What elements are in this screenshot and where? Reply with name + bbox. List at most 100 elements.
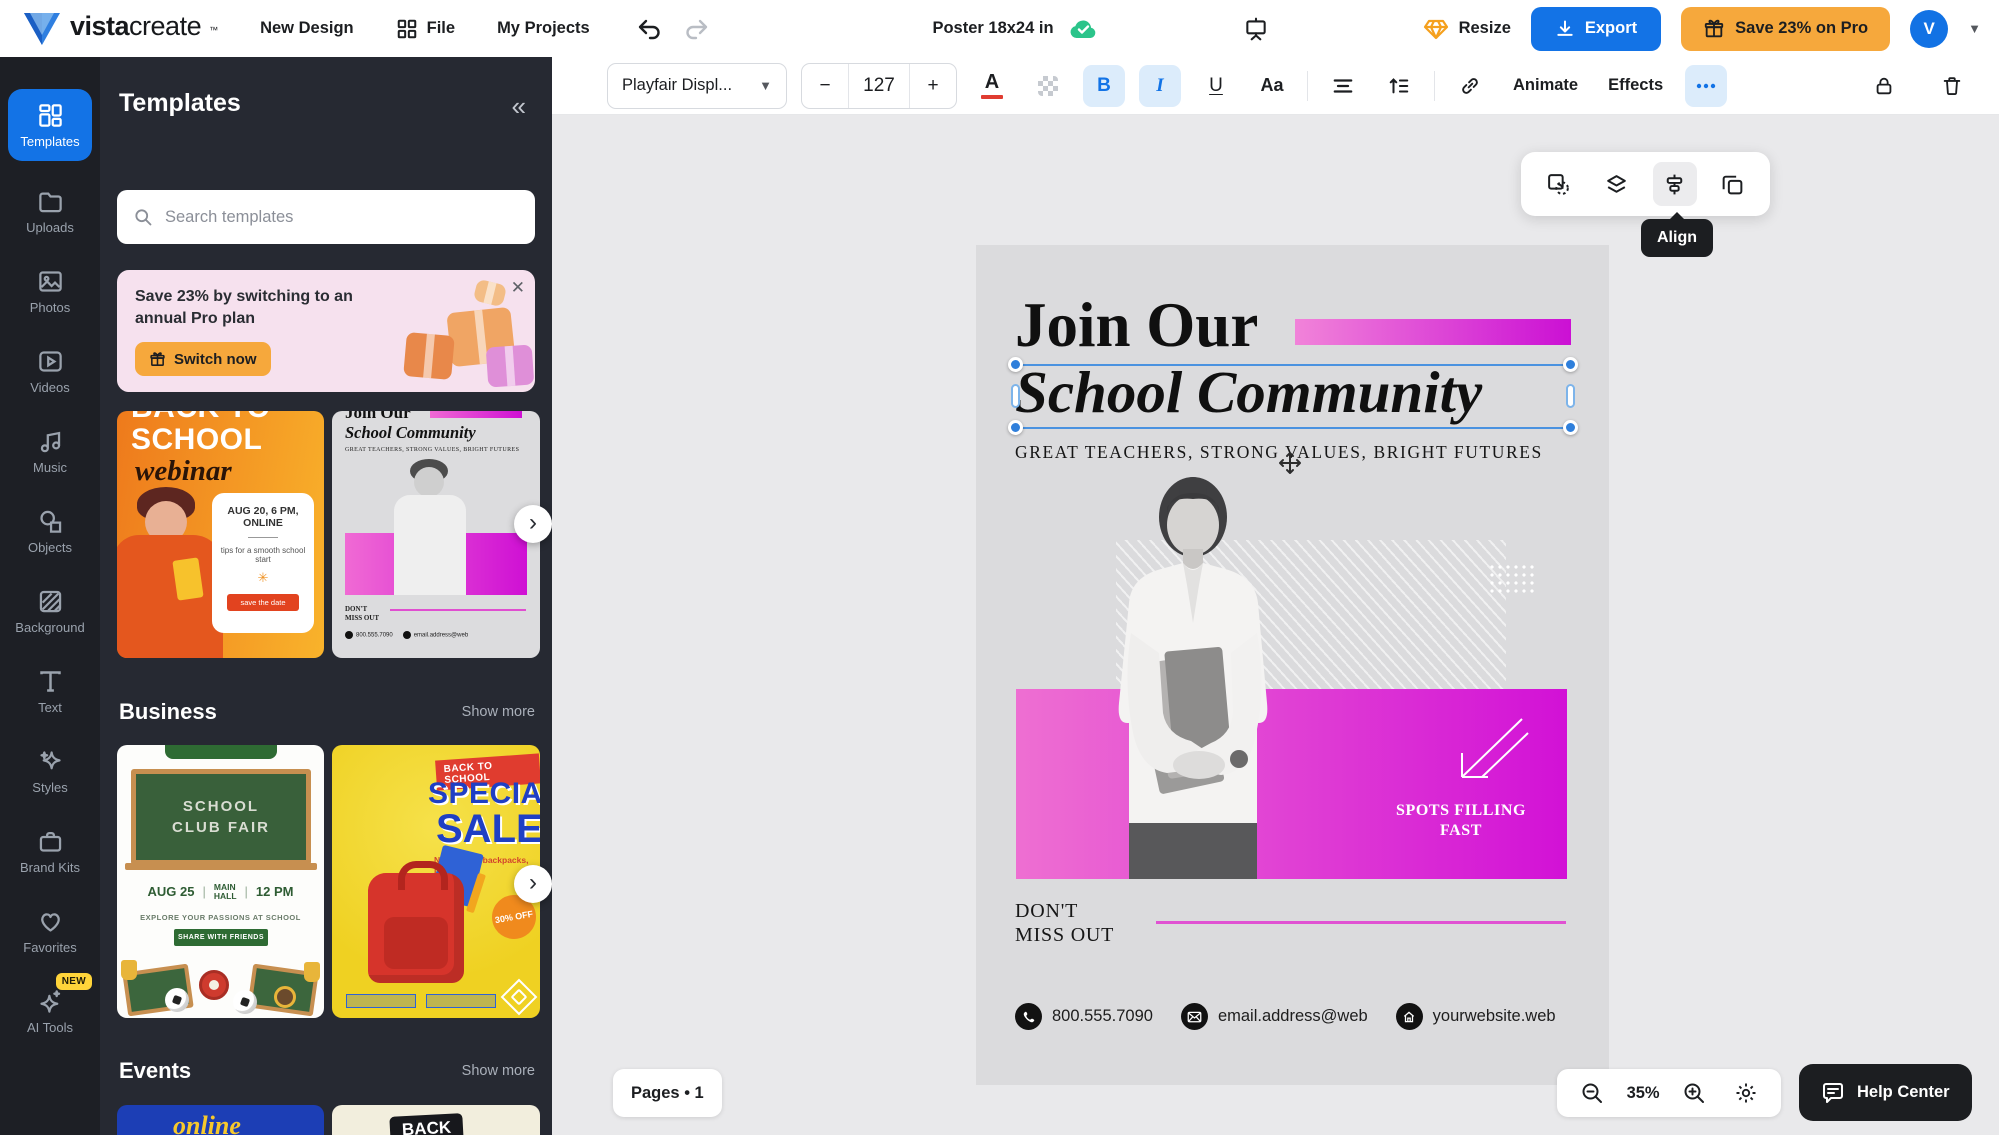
italic-button[interactable]: I	[1139, 65, 1181, 107]
pages-button[interactable]: Pages • 1	[613, 1069, 722, 1117]
row-next-button[interactable]: ›	[514, 505, 552, 543]
layers-button[interactable]	[1595, 162, 1639, 206]
promo-close-icon[interactable]: ✕	[511, 278, 525, 298]
nav-my-projects[interactable]: My Projects	[497, 19, 590, 38]
business-show-more[interactable]: Show more	[462, 704, 535, 720]
template-thumb-club-fair[interactable]: SCHOOL CLUB FAIR AUG 25| MAINHALL |12 PM…	[117, 745, 324, 1018]
text-case-button[interactable]: Aa	[1251, 65, 1293, 107]
more-options-button[interactable]	[1685, 65, 1727, 107]
help-center-button[interactable]: Help Center	[1799, 1064, 1972, 1121]
document-title[interactable]: Poster 18x24 in	[932, 19, 1053, 38]
poster-contacts[interactable]: 800.555.7090 email.address@web yourwebsi…	[1015, 1003, 1556, 1030]
font-family-dropdown[interactable]: Playfair Displ...▼	[607, 63, 787, 109]
nav-new-design[interactable]: New Design	[260, 19, 354, 38]
poster-gradient-bar[interactable]	[1295, 319, 1571, 345]
sidebar-item-ai-tools[interactable]: NEW AI Tools	[4, 971, 96, 1051]
template-thumb-online[interactable]: online	[117, 1105, 324, 1135]
sidebar-item-videos[interactable]: Videos	[4, 331, 96, 411]
collapse-panel-button[interactable]: «	[512, 93, 526, 119]
poster-rule-line[interactable]	[1156, 921, 1566, 924]
template-thumb-webinar[interactable]: BACK TO SCHOOL webinar AUG 20, 6 PM, ONL…	[117, 411, 324, 658]
sidebar-item-music[interactable]: Music	[4, 411, 96, 491]
sidebar-item-templates[interactable]: Templates	[8, 89, 92, 161]
row-next-button[interactable]: ›	[514, 865, 552, 903]
poster-spots-text[interactable]: SPOTS FILLINGFAST	[1376, 801, 1546, 841]
text-align-button[interactable]	[1322, 65, 1364, 107]
poster-arrow-graphic	[1448, 713, 1530, 794]
selection-handle-top-left[interactable]	[1008, 357, 1023, 372]
poster-page[interactable]: Join Our School Community GREAT TEACHERS…	[976, 245, 1609, 1085]
align-button[interactable]	[1653, 162, 1697, 206]
zoom-out-button[interactable]	[1575, 1076, 1609, 1110]
font-size-decrease[interactable]: −	[802, 64, 848, 108]
link-button[interactable]	[1449, 65, 1491, 107]
vistacreate-logo[interactable]: vistacreate ™	[22, 11, 218, 47]
resize-button[interactable]: Resize	[1423, 17, 1511, 41]
template-thumb-school-community[interactable]: Join Our School Community GREAT TEACHERS…	[332, 411, 540, 658]
contact-website: yourwebsite.web	[1396, 1003, 1556, 1030]
presentation-icon	[1243, 16, 1269, 42]
lock-button[interactable]	[1863, 65, 1905, 107]
text-format-toolbar: Playfair Displ...▼ − 127 + A B I U Aa	[552, 57, 1999, 115]
music-icon	[37, 428, 64, 455]
undo-button[interactable]	[634, 14, 664, 44]
sidebar-item-styles[interactable]: Styles	[4, 731, 96, 811]
promo-banner[interactable]: Save 23% by switching to an annual Pro p…	[117, 270, 535, 392]
account-caret-icon[interactable]: ▼	[1968, 21, 1981, 36]
phone-icon	[1015, 1003, 1042, 1030]
transparency-button[interactable]	[1027, 65, 1069, 107]
present-button[interactable]	[1239, 12, 1273, 46]
effects-button[interactable]: Effects	[1600, 76, 1671, 95]
zoom-in-button[interactable]	[1677, 1076, 1711, 1110]
selection-top-edge[interactable]	[1015, 364, 1571, 366]
zoom-level[interactable]: 35%	[1627, 1084, 1660, 1103]
poster-dont-miss-text[interactable]: DON'TMISS OUT	[1015, 900, 1114, 947]
selection-bottom-edge[interactable]	[1015, 427, 1571, 429]
section-title-business: Business	[119, 699, 217, 725]
export-button[interactable]: Export	[1531, 7, 1661, 51]
save-on-pro-button[interactable]: Save 23% on Pro	[1681, 7, 1890, 51]
selection-handle-left[interactable]	[1011, 384, 1020, 408]
redo-button[interactable]	[682, 14, 712, 44]
font-size-value[interactable]: 127	[848, 64, 910, 108]
sidebar-item-uploads[interactable]: Uploads	[4, 171, 96, 251]
poster-title-line2-selected[interactable]: School Community	[1015, 358, 1482, 427]
font-color-button[interactable]: A	[971, 65, 1013, 107]
sidebar-item-photos[interactable]: Photos	[4, 251, 96, 331]
sidebar-item-brand-kits[interactable]: Brand Kits	[4, 811, 96, 891]
poster-title-line1[interactable]: Join Our	[1015, 289, 1258, 362]
switch-now-button[interactable]: Switch now	[135, 342, 271, 376]
events-section-header: Events Show more	[119, 1058, 535, 1084]
selection-handle-bottom-right[interactable]	[1563, 420, 1578, 435]
bold-button[interactable]: B	[1083, 65, 1125, 107]
replace-button[interactable]	[1537, 162, 1581, 206]
avatar[interactable]: V	[1910, 10, 1948, 48]
selection-handle-right[interactable]	[1566, 384, 1575, 408]
selection-handle-bottom-left[interactable]	[1008, 420, 1023, 435]
delete-button[interactable]	[1931, 65, 1973, 107]
layers-icon	[1604, 172, 1629, 197]
move-cursor-icon	[1278, 451, 1302, 480]
sidebar-item-favorites[interactable]: Favorites	[4, 891, 96, 971]
canvas-settings-button[interactable]	[1729, 1076, 1763, 1110]
font-size-increase[interactable]: +	[910, 64, 956, 108]
redo-icon	[684, 17, 710, 41]
selection-handle-top-right[interactable]	[1563, 357, 1578, 372]
template-thumb-special-sale[interactable]: BACK TO SCHOOL SPECIAL SALE Notebooks, b…	[332, 745, 540, 1018]
animate-button[interactable]: Animate	[1505, 76, 1586, 95]
trash-icon	[1941, 75, 1963, 97]
events-show-more[interactable]: Show more	[462, 1063, 535, 1079]
email-icon	[1181, 1003, 1208, 1030]
search-input[interactable]	[165, 208, 519, 227]
gift-icon	[149, 351, 166, 368]
teacher-photo[interactable]	[1071, 473, 1316, 879]
duplicate-button[interactable]	[1711, 162, 1755, 206]
line-spacing-button[interactable]	[1378, 65, 1420, 107]
underline-button[interactable]: U	[1195, 65, 1237, 107]
sidebar-item-objects[interactable]: Objects	[4, 491, 96, 571]
nav-file[interactable]: File	[396, 18, 455, 40]
help-chat-icon	[1821, 1082, 1845, 1104]
sidebar-item-background[interactable]: Background	[4, 571, 96, 651]
sidebar-item-text[interactable]: Text	[4, 651, 96, 731]
template-thumb-back[interactable]: BACK	[332, 1105, 540, 1135]
